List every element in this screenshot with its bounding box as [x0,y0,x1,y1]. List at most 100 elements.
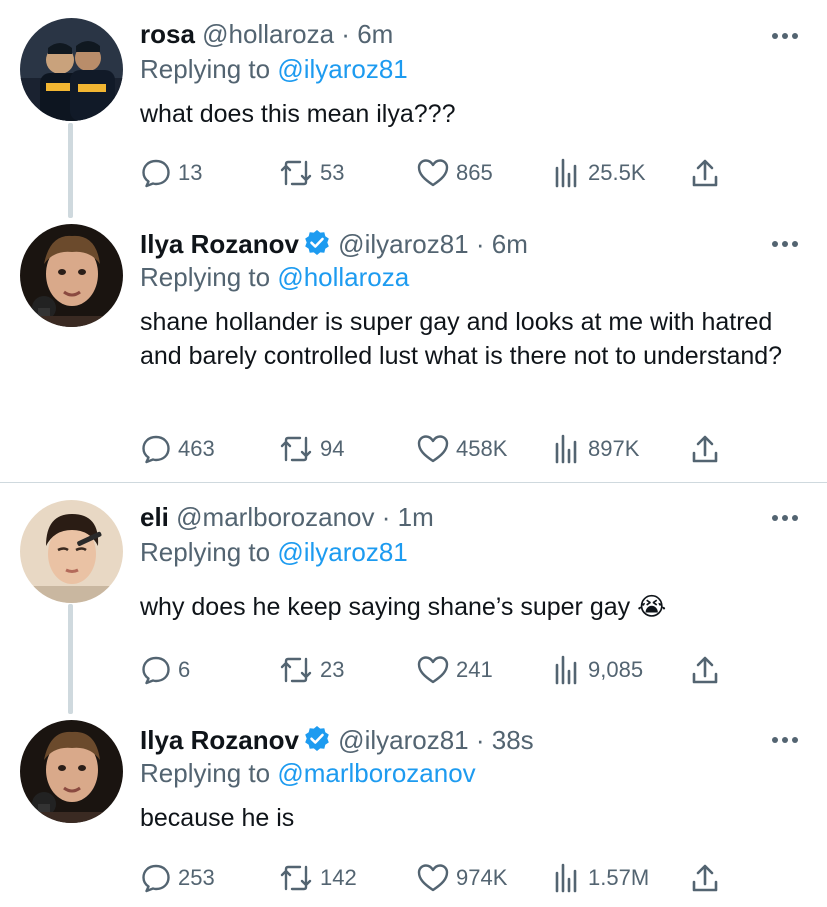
views-button[interactable]: 1.57M [554,861,649,895]
author-handle[interactable]: @marlborozanov [176,502,374,532]
retweet-count: 23 [320,657,345,682]
mention-link[interactable]: @ilyaroz81 [277,54,407,84]
tweet-text: what does this mean ilya??? [140,100,456,128]
tweet-actions: 6 23 241 9,085 [140,653,740,687]
views-count: 1.57M [588,865,650,890]
avatar[interactable] [20,18,123,121]
author-name[interactable]: rosa [140,19,195,49]
share-button[interactable] [690,156,726,190]
replying-label: Replying to [140,54,271,84]
more-dots-icon[interactable] [770,513,800,523]
tweet[interactable]: Ilya Rozanov @ilyaroz81 · 38s Replying t… [0,703,827,907]
reply-bubble-icon [142,159,170,188]
author-name[interactable]: Ilya Rozanov [140,229,299,259]
reply-bubble-icon [142,435,170,464]
tweet[interactable]: Ilya Rozanov @ilyaroz81 · 6m Replying to… [0,210,827,482]
replying-label: Replying to [140,537,271,567]
like-button[interactable]: 458K [416,432,507,466]
tweet-header: eli @marlborozanov · 1m [140,501,434,533]
more-dots-icon[interactable] [770,735,800,745]
tweet-header: rosa @hollaroza · 6m [140,18,393,50]
heart-icon [417,159,449,187]
like-count: 865 [456,160,493,185]
share-button[interactable] [690,432,726,466]
views-count: 897K [588,436,640,461]
tweet[interactable]: rosa @hollaroza · 6m Replying to @ilyaro… [0,0,827,210]
views-button[interactable]: 897K [554,432,639,466]
mention-link[interactable]: @hollaroza [277,262,409,292]
separator-dot: · [341,19,350,49]
tweet-text: because he is [140,804,295,832]
share-upload-icon [692,435,718,463]
mention-link[interactable]: @marlborozanov [277,758,475,788]
avatar[interactable] [20,500,123,603]
share-button[interactable] [690,653,726,687]
share-upload-icon [692,864,718,892]
separator-dot: · [381,502,391,532]
tweet-header: Ilya Rozanov @ilyaroz81 · 38s [140,724,534,756]
retweet-button[interactable]: 142 [278,861,357,895]
tweet-text: shane hollander is super gay and looks a… [140,308,783,370]
reply-button[interactable]: 463 [140,432,215,466]
author-name[interactable]: eli [140,502,169,532]
separator-dot: · [475,725,485,755]
reply-button[interactable]: 253 [140,861,215,895]
retweet-button[interactable]: 94 [278,432,344,466]
tweet-actions: 463 94 458K 897K [140,432,740,466]
verified-badge-icon [305,726,329,751]
timestamp[interactable]: 38s [492,725,534,755]
replying-label: Replying to [140,758,271,788]
tweet-header: Ilya Rozanov @ilyaroz81 · 6m [140,228,528,260]
more-dots-icon[interactable] [770,31,800,41]
tweet[interactable]: eli @marlborozanov · 1m Replying to @ily… [0,483,827,703]
like-button[interactable]: 241 [416,653,493,687]
retweet-button[interactable]: 23 [278,653,344,687]
author-handle[interactable]: @ilyaroz81 [338,725,468,755]
share-button[interactable] [690,861,726,895]
tweet-text-content: why does he keep saying shane’s super ga… [140,593,631,621]
author-name[interactable]: Ilya Rozanov [140,725,299,755]
share-upload-icon [692,159,718,187]
retweet-count: 142 [320,865,357,890]
reply-button[interactable]: 6 [140,653,190,687]
like-button[interactable]: 865 [416,156,493,190]
retweet-button[interactable]: 53 [278,156,344,190]
like-count: 241 [456,657,493,682]
avatar[interactable] [20,720,123,823]
author-handle[interactable]: @ilyaroz81 [338,229,468,259]
replying-to: Replying to @ilyaroz81 [140,536,408,568]
timestamp[interactable]: 1m [398,502,434,532]
crying-emoji: 😭 [637,593,667,621]
reply-count: 6 [178,657,191,682]
avatar[interactable] [20,224,123,327]
retweet-count: 53 [320,160,345,185]
more-dots-icon[interactable] [770,239,800,249]
reply-bubble-icon [142,656,170,685]
reply-button[interactable]: 13 [140,156,202,190]
share-upload-icon [692,656,718,684]
views-bar-chart-icon [555,863,577,893]
timestamp[interactable]: 6m [492,229,528,259]
like-count: 458K [456,436,508,461]
retweet-icon [280,160,312,186]
mention-link[interactable]: @ilyaroz81 [277,537,407,567]
views-button[interactable]: 9,085 [554,653,643,687]
replying-to: Replying to @marlborozanov [140,757,476,789]
retweet-icon [280,865,312,891]
verified-badge-icon [305,230,329,255]
timestamp[interactable]: 6m [357,19,393,49]
like-count: 974K [456,865,508,890]
views-count: 25.5K [588,160,646,185]
views-bar-chart-icon [555,158,577,188]
retweet-icon [280,436,312,462]
heart-icon [417,435,449,463]
retweet-icon [280,657,312,683]
retweet-count: 94 [320,436,345,461]
views-count: 9,085 [588,657,644,682]
reply-bubble-icon [142,864,170,893]
like-button[interactable]: 974K [416,861,507,895]
views-button[interactable]: 25.5K [554,156,646,190]
author-handle[interactable]: @hollaroza [202,19,334,49]
heart-icon [417,864,449,892]
separator-dot: · [475,229,485,259]
